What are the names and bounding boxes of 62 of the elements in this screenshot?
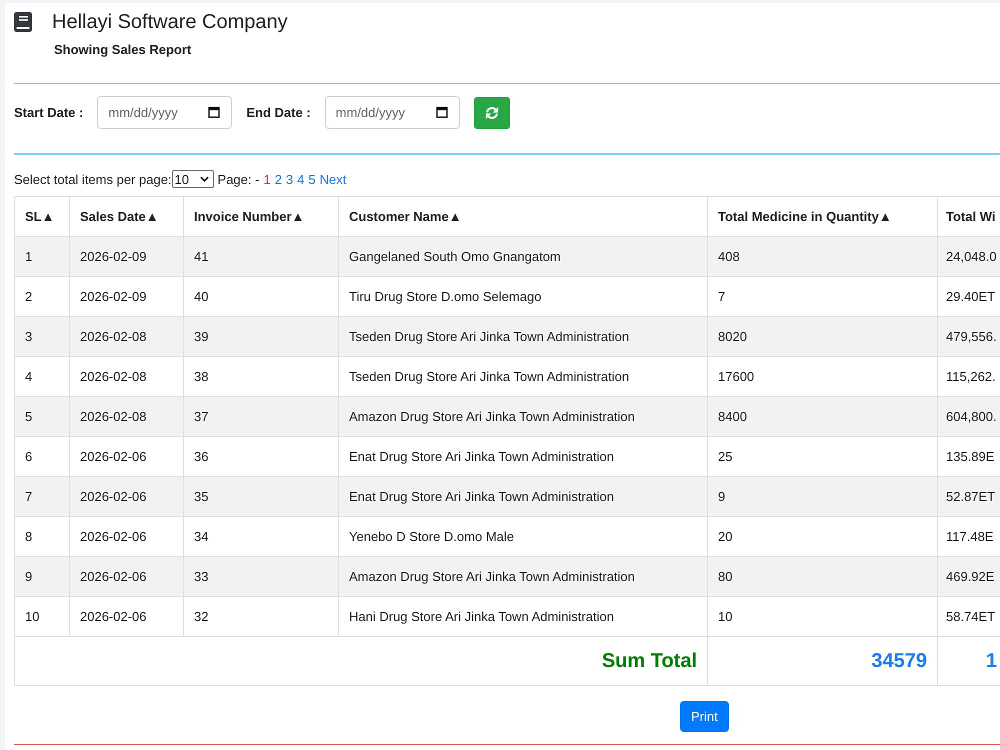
page-link[interactable]: 2 bbox=[274, 172, 282, 186]
items-per-page-label: Select total items per page: bbox=[14, 172, 172, 186]
date-field[interactable]: mm/dd/yyyy bbox=[324, 96, 460, 129]
table-cell: 52.87ET bbox=[938, 476, 1000, 516]
calendar-icon[interactable] bbox=[436, 106, 448, 118]
total-value-cell: 34579 bbox=[708, 636, 938, 686]
page-link[interactable]: 3 bbox=[286, 172, 294, 186]
table-cell: Gangelaned South Omo Gnangatom bbox=[338, 236, 708, 276]
column-header[interactable]: SL▲ bbox=[14, 196, 70, 236]
chevron-icon bbox=[200, 176, 209, 182]
book-icon bbox=[14, 12, 32, 32]
table-cell: 3 bbox=[14, 316, 70, 356]
refresh-icon bbox=[484, 106, 499, 120]
table-cell: 604,800. bbox=[938, 396, 1000, 436]
table-cell: 33 bbox=[184, 556, 338, 596]
page-link[interactable]: 5 bbox=[308, 172, 316, 186]
table-cell: 24,048.0 bbox=[938, 236, 1000, 276]
table-cell: Enat Drug Store Ari Jinka Town Administration bbox=[338, 476, 708, 516]
table-cell: 35 bbox=[184, 476, 338, 516]
table-cell: 2026-02-08 bbox=[70, 396, 184, 436]
table-cell: 37 bbox=[184, 396, 338, 436]
date-label: End Date : bbox=[246, 105, 311, 120]
table-cell: 408 bbox=[708, 236, 938, 276]
table-cell: Hani Drug Store Ari Jinka Town Administration bbox=[338, 596, 708, 636]
page-link[interactable]: 4 bbox=[297, 172, 304, 186]
table-cell: Amazon Drug Store Ari Jinka Town Administration bbox=[338, 556, 708, 596]
date-field[interactable]: mm/dd/yyyy bbox=[97, 96, 232, 129]
table-cell: 8400 bbox=[708, 396, 938, 436]
table-cell: 80 bbox=[708, 556, 938, 596]
table-cell: 2026-02-06 bbox=[70, 556, 184, 596]
table-cell: 7 bbox=[14, 476, 70, 516]
date-label: Start Date : bbox=[14, 105, 84, 120]
table-cell: 9 bbox=[14, 556, 70, 596]
page-size-select[interactable]: 10 bbox=[172, 170, 214, 188]
table-cell: 2026-02-06 bbox=[70, 476, 184, 516]
report-subtitle: Showing Sales Report bbox=[54, 42, 192, 58]
table-cell: Tseden Drug Store Ari Jinka Town Administration bbox=[338, 316, 708, 356]
table-cell: 2026-02-09 bbox=[70, 236, 184, 276]
table-cell: 479,556. bbox=[938, 316, 1000, 356]
sum-total-cell: Sum Total bbox=[14, 636, 708, 686]
page-label: Page: - bbox=[218, 172, 260, 186]
refresh-button[interactable] bbox=[474, 96, 510, 128]
table-cell: 9 bbox=[708, 476, 938, 516]
column-header[interactable]: Total Medicine in Quantity▲ bbox=[708, 196, 938, 236]
column-header[interactable]: Customer Name▲ bbox=[338, 196, 708, 236]
page-link[interactable]: 1 bbox=[263, 172, 271, 186]
table-cell: 32 bbox=[184, 596, 338, 636]
table-cell: 8020 bbox=[708, 316, 938, 356]
table-cell: 5 bbox=[14, 396, 70, 436]
table-cell: 469.92E bbox=[938, 556, 1000, 596]
print-button[interactable]: Print bbox=[680, 701, 729, 732]
table-cell: 1 bbox=[14, 236, 70, 276]
table-cell: 41 bbox=[184, 236, 338, 276]
company-title: Hellayi Software Company bbox=[52, 10, 288, 34]
table-cell: 10 bbox=[708, 596, 938, 636]
table-cell: 39 bbox=[184, 316, 338, 356]
table-cell: Amazon Drug Store Ari Jinka Town Administration bbox=[338, 396, 708, 436]
calendar-icon[interactable] bbox=[208, 106, 220, 118]
table-cell: 2026-02-06 bbox=[70, 596, 184, 636]
table-cell: 10 bbox=[14, 596, 70, 636]
table-cell: 2026-02-08 bbox=[70, 316, 184, 356]
next-link[interactable]: Next bbox=[320, 172, 346, 186]
